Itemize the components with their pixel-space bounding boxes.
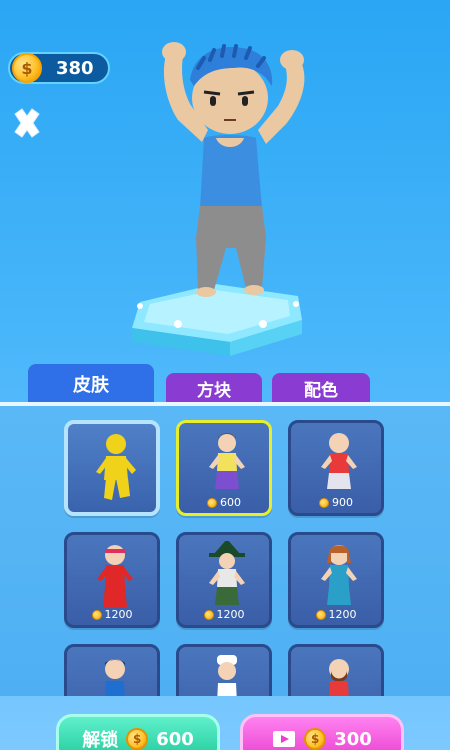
skin-price: 900	[291, 496, 381, 509]
skin-card[interactable]: 900	[288, 420, 384, 516]
close-icon	[14, 108, 40, 138]
tab-skin-label: 皮肤	[73, 375, 109, 396]
skin-figure	[105, 659, 125, 696]
skin-price: 1200	[291, 608, 381, 621]
coin-counter: $ 380	[8, 52, 110, 84]
video-icon	[273, 731, 296, 747]
skin-price: 1200	[179, 608, 269, 621]
coin-symbol: $	[311, 732, 320, 746]
skin-figure	[217, 655, 237, 696]
unlock-price: 600	[156, 728, 194, 750]
skin-card[interactable]	[64, 644, 160, 696]
skin-price: 600	[179, 496, 269, 509]
skin-card[interactable]	[288, 644, 384, 696]
player-character	[162, 42, 305, 297]
skin-grid: 600 900 1200 1200 1200	[0, 406, 450, 696]
skin-price-value: 1200	[328, 608, 357, 621]
skin-figure	[97, 545, 133, 607]
category-tabs: 皮肤 方块 配色	[0, 360, 450, 404]
tab-block[interactable]: 方块	[166, 373, 262, 404]
coin-symbol: $	[21, 58, 33, 78]
skin-figure	[209, 433, 245, 489]
watch-video-button[interactable]: $ 300	[240, 714, 404, 750]
coin-icon: $	[12, 53, 42, 83]
skin-price-value: 900	[332, 496, 353, 509]
skin-price: 1200	[67, 608, 157, 621]
coin-icon	[91, 609, 102, 620]
skin-figure	[96, 434, 136, 500]
coin-amount: 380	[56, 57, 94, 79]
skin-price-value: 1200	[104, 608, 133, 621]
skin-price-value: 600	[220, 496, 241, 509]
skin-card[interactable]: 1200	[176, 532, 272, 628]
tab-block-label: 方块	[197, 381, 231, 401]
coin-icon	[207, 497, 217, 508]
tab-skin[interactable]: 皮肤	[28, 364, 154, 404]
coin-icon: $	[304, 728, 327, 750]
unlock-button[interactable]: 解锁 $ 600	[56, 714, 220, 750]
coin-icon	[203, 609, 214, 620]
coin-icon	[319, 497, 329, 508]
skin-card[interactable]: 1200	[64, 532, 160, 628]
skin-card[interactable]	[176, 644, 272, 696]
skin-figure	[209, 541, 245, 605]
skin-card[interactable]	[64, 420, 160, 516]
skin-price-value: 1200	[216, 608, 245, 621]
coin-icon	[315, 609, 326, 620]
video-price: 300	[334, 728, 372, 750]
skin-card[interactable]: 1200	[288, 532, 384, 628]
unlock-label: 解锁	[82, 730, 119, 750]
tab-color[interactable]: 配色	[272, 373, 370, 404]
coin-symbol: $	[133, 732, 142, 746]
skin-shop-screen: $ 380 皮肤 方块 配色 600 900 1200 1200 1200 解锁…	[0, 0, 450, 750]
skin-card-equipped[interactable]: 600	[176, 420, 272, 516]
close-button[interactable]	[8, 104, 46, 142]
tab-color-label: 配色	[304, 381, 338, 401]
skin-figure	[321, 545, 357, 605]
coin-icon: $	[126, 728, 149, 750]
skin-figure	[321, 433, 357, 489]
skin-figure	[329, 659, 349, 696]
